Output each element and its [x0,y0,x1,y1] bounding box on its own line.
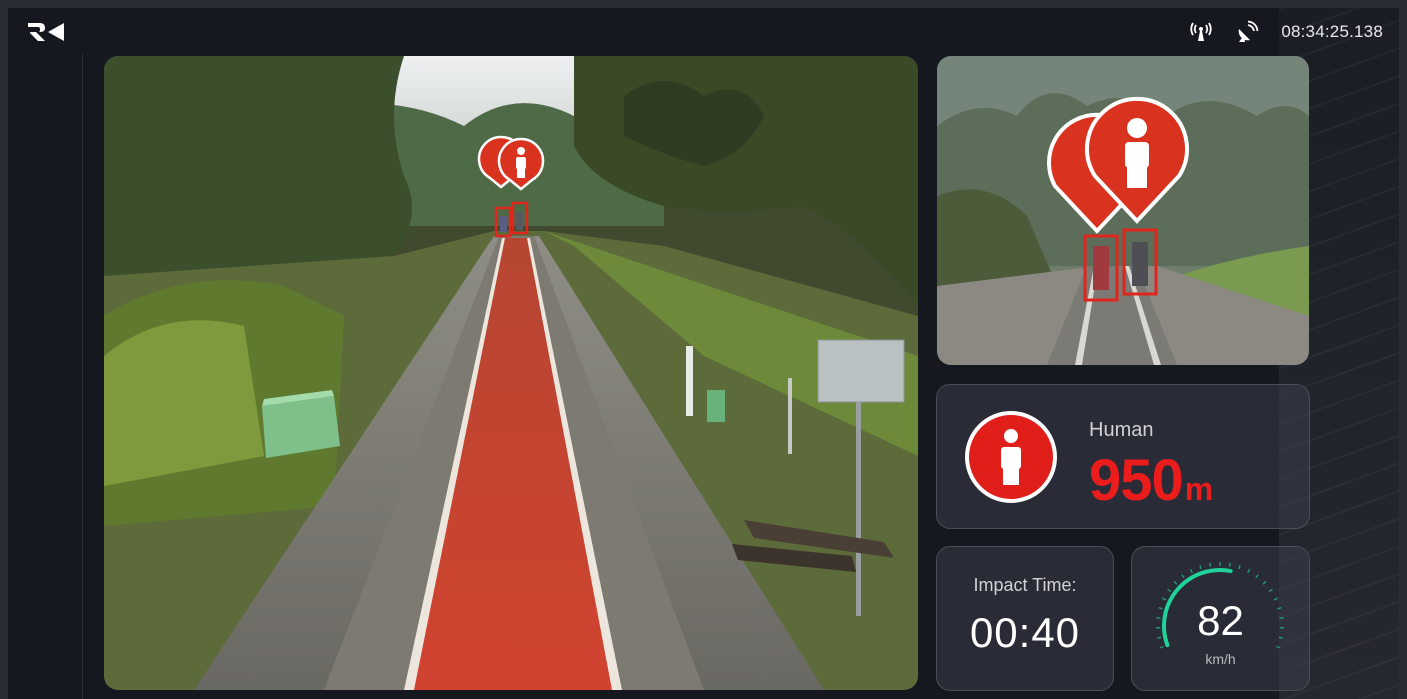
gauge-tick [1262,580,1267,585]
broadcast-antenna-icon [1190,22,1212,41]
speed-value: 82 [1197,597,1244,644]
speed-unit: km/h [1205,651,1236,667]
gauge-tick [1181,574,1185,579]
r4-logo [28,23,64,41]
distance-unit: m [1184,471,1214,507]
person-marker-icon [965,411,1057,503]
detection-panel: Human 950m [936,384,1310,529]
gauge-tick [1159,645,1164,649]
left-rail [8,54,83,699]
impact-time-label: Impact Time: [973,575,1077,595]
gauge-tick [1268,588,1273,593]
distance-value: 950 [1089,448,1184,513]
satellite-dish-icon [1239,20,1259,42]
detection-label: Human [1089,419,1154,441]
gauge-tick [1199,565,1202,570]
zoom-camera-view [937,56,1309,365]
gauge-tick [1189,568,1193,574]
gauge-tick [1167,588,1172,593]
main-camera-view [104,56,918,690]
gauge-tick [1228,562,1231,567]
impact-time-panel: Impact Time: 00:40 [936,546,1114,691]
app-screen: 08:34:25.138 Human 950m Impact Time: 00:… [8,8,1399,699]
gauge-tick [1247,568,1251,574]
clock-readout: 08:34:25.138 [1281,22,1383,41]
gauge-tick [1255,574,1259,579]
gauge-tick [1238,565,1241,570]
gauge-tick [1209,562,1212,567]
status-bar: 08:34:25.138 [1189,20,1383,44]
gauge-tick [1173,580,1178,585]
impact-time-value: 00:40 [969,609,1081,656]
gauge-tick [1276,645,1281,649]
detection-distance: 950m [1089,449,1213,513]
speed-panel: 82 km/h [1131,546,1310,691]
